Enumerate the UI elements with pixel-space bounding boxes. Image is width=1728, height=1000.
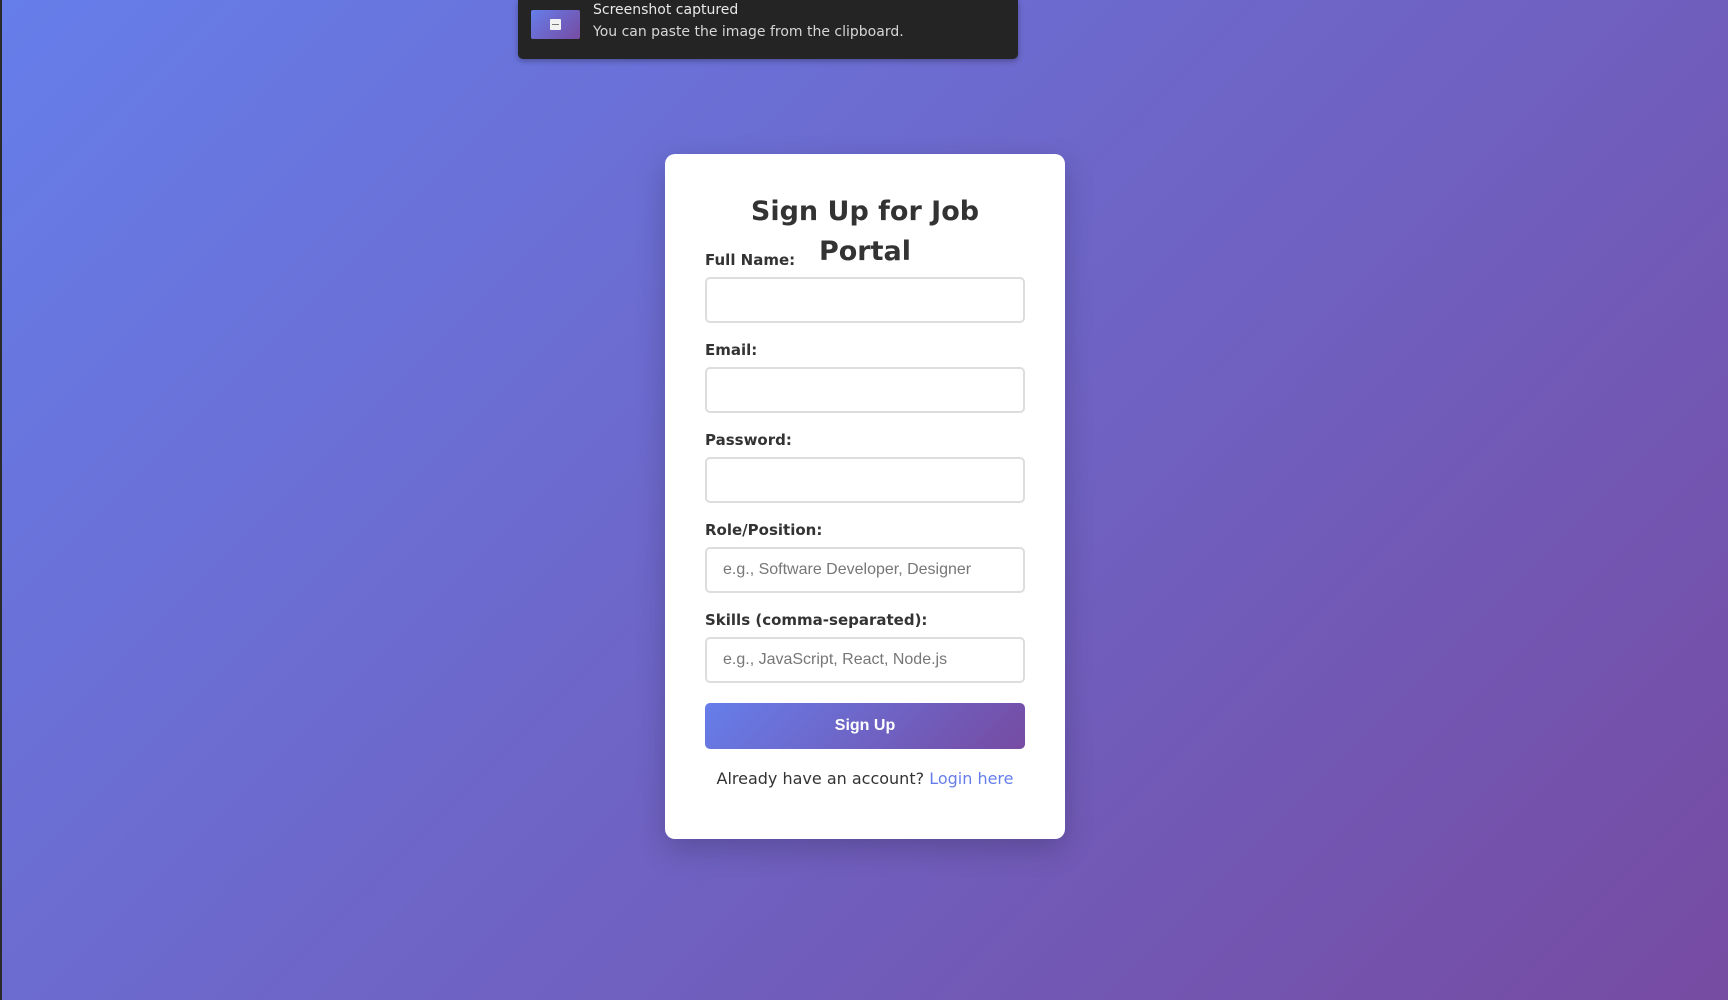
password-label: Password: <box>705 431 792 449</box>
role-group: Role/Position: <box>705 520 1025 593</box>
login-prompt: Already have an account? Login here <box>705 769 1025 789</box>
email-label: Email: <box>705 341 758 359</box>
login-link[interactable]: Login here <box>929 769 1013 788</box>
screenshot-notification[interactable]: Screenshot captured You can paste the im… <box>518 0 1018 59</box>
notification-title: Screenshot captured <box>593 2 739 18</box>
skills-group: Skills (comma-separated): <box>705 610 1025 683</box>
skills-label: Skills (comma-separated): <box>705 611 928 629</box>
window-edge <box>0 0 2 1000</box>
signup-form: Full Name: Email: Password: Role/Positio… <box>705 250 1025 749</box>
login-prompt-text: Already have an account? <box>716 769 925 788</box>
email-input[interactable] <box>705 367 1025 413</box>
full-name-input[interactable] <box>705 277 1025 323</box>
notification-text: Screenshot captured You can paste the im… <box>593 0 904 43</box>
skills-input[interactable] <box>705 637 1025 683</box>
password-input[interactable] <box>705 457 1025 503</box>
email-group: Email: <box>705 340 1025 413</box>
role-input[interactable] <box>705 547 1025 593</box>
clipboard-icon <box>550 19 561 30</box>
page-title: Sign Up for Job Portal <box>750 196 980 267</box>
role-label: Role/Position: <box>705 521 823 539</box>
password-group: Password: <box>705 430 1025 503</box>
signup-card: Sign Up for Job Portal Full Name: Email:… <box>665 154 1065 839</box>
sign-up-button[interactable]: Sign Up <box>705 703 1025 749</box>
screenshot-thumbnail-icon[interactable] <box>531 10 580 39</box>
notification-body: You can paste the image from the clipboa… <box>593 24 904 40</box>
